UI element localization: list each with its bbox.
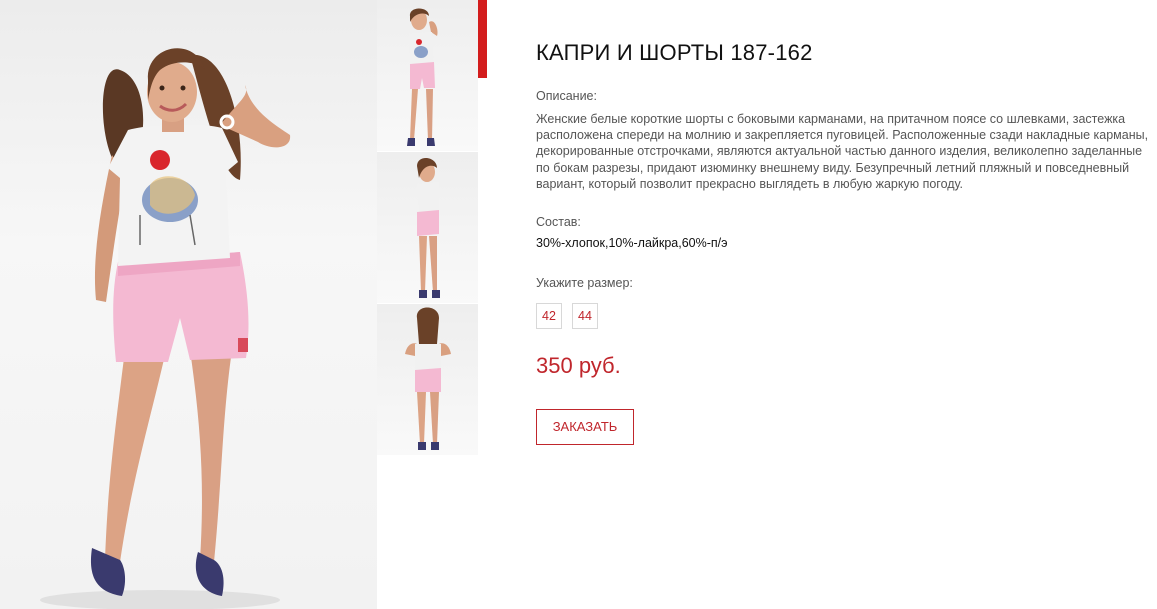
model-back-thumbnail xyxy=(405,307,451,450)
thumbnail-front[interactable] xyxy=(377,0,478,151)
size-label: Укажите размер: xyxy=(536,276,633,290)
composition-label: Состав: xyxy=(536,215,581,229)
thumbnail-strip xyxy=(377,0,478,456)
composition-value: 30%-хлопок,10%-лайкра,60%-п/э xyxy=(536,236,728,250)
size-option-44[interactable]: 44 xyxy=(572,303,598,329)
model-front-thumbnail xyxy=(407,8,438,146)
product-title: КАПРИ И ШОРТЫ 187-162 xyxy=(536,40,813,65)
model-front-photo xyxy=(40,48,291,609)
description-label: Описание: xyxy=(536,89,597,103)
main-product-image xyxy=(0,0,377,609)
thumbnail-side[interactable] xyxy=(377,152,478,303)
size-option-42[interactable]: 42 xyxy=(536,303,562,329)
thumbnail-back[interactable] xyxy=(377,304,478,455)
order-button[interactable]: ЗАКАЗАТЬ xyxy=(536,409,634,445)
model-side-thumbnail xyxy=(417,157,440,298)
product-description: Женские белые короткие шорты с боковыми … xyxy=(536,112,1149,191)
product-price: 350 руб. xyxy=(536,353,621,378)
active-thumbnail-indicator xyxy=(478,0,487,78)
